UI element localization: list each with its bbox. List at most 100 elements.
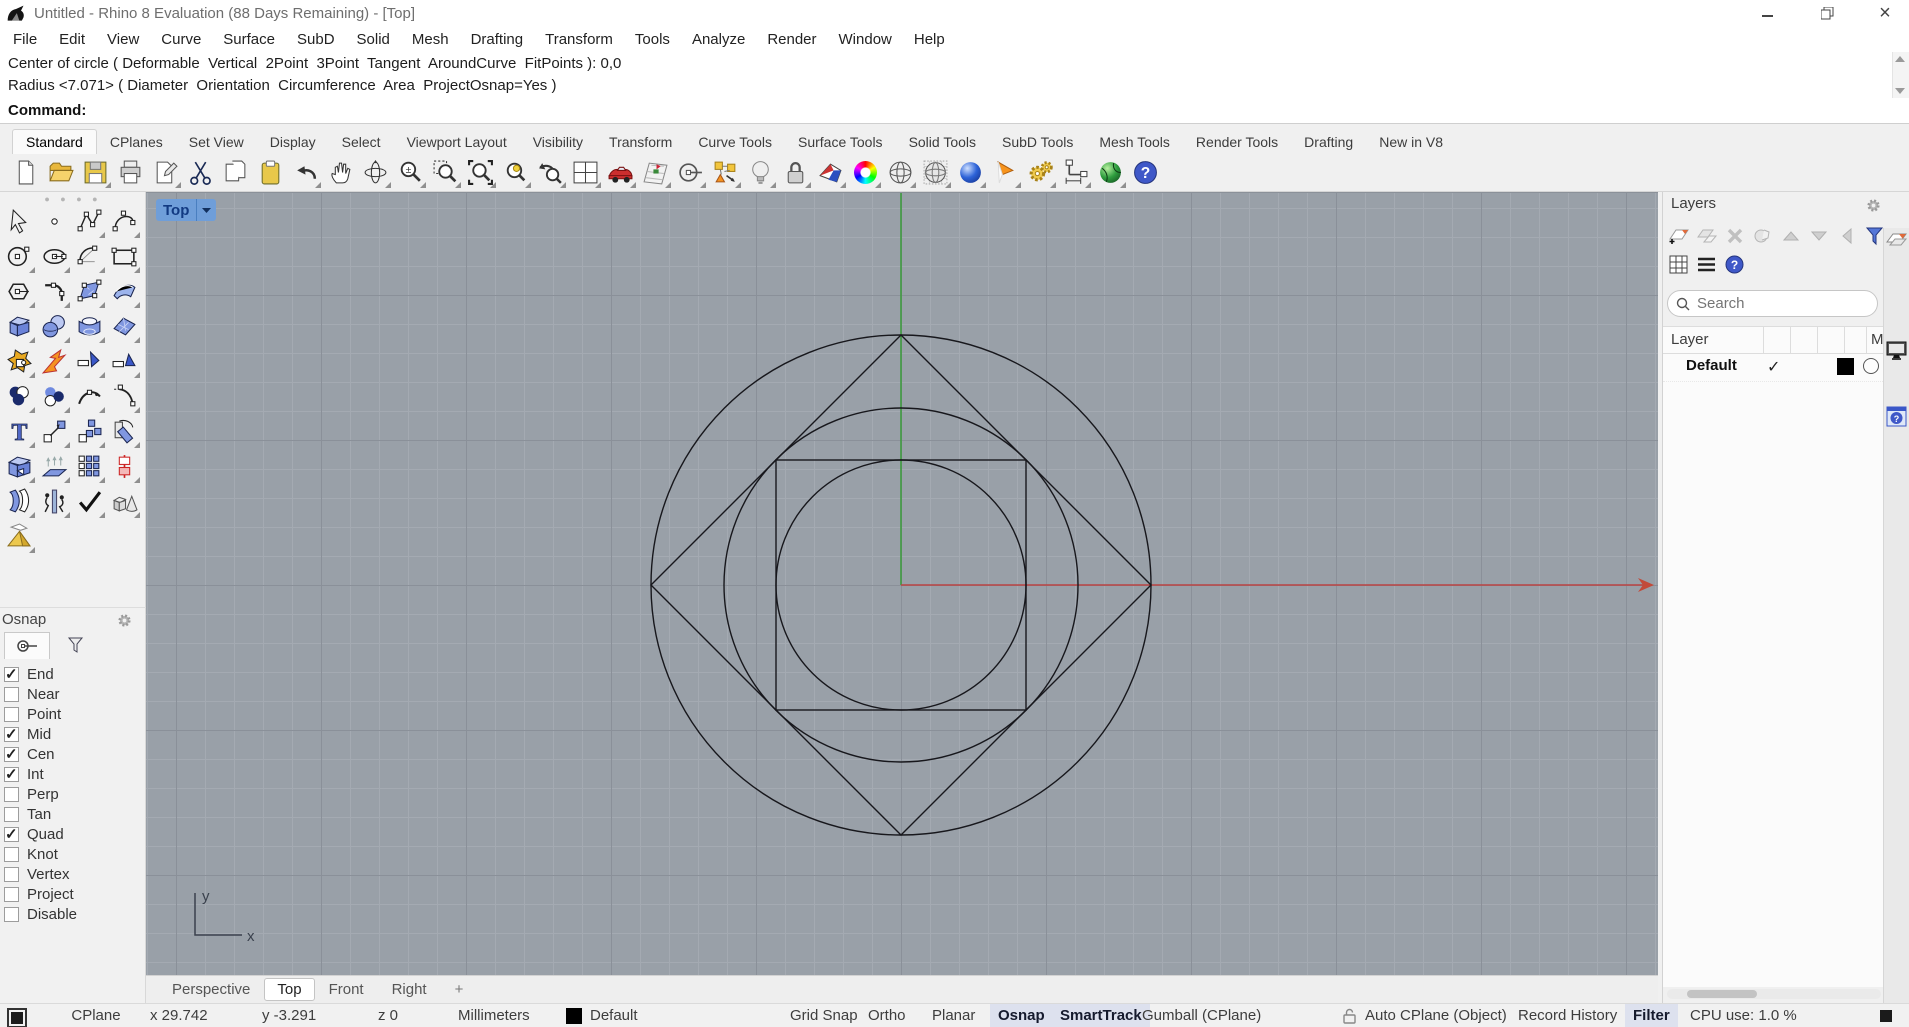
viewport-tab-front[interactable]: Front	[315, 979, 378, 1000]
extrude-tool-icon[interactable]	[37, 449, 72, 484]
explode-tool-icon[interactable]	[2, 344, 37, 379]
smarttrack-toggle[interactable]: SmartTrack	[1052, 1004, 1150, 1027]
zoom-extents-icon[interactable]	[463, 156, 498, 189]
extend-curve-tool-icon[interactable]	[107, 379, 142, 414]
zoom-selected-icon[interactable]	[498, 156, 533, 189]
menu-mesh[interactable]: Mesh	[401, 27, 460, 52]
new-layer-icon[interactable]	[1667, 224, 1690, 248]
menu-render[interactable]: Render	[756, 27, 827, 52]
osnap-settings-icon[interactable]	[708, 156, 743, 189]
viewport-tab-perspective[interactable]: Perspective	[158, 979, 264, 1000]
undo-icon[interactable]	[288, 156, 323, 189]
menu-analyze[interactable]: Analyze	[681, 27, 756, 52]
named-view-car-icon[interactable]	[603, 156, 638, 189]
current-layer-swatch[interactable]	[566, 1008, 582, 1024]
minimize-button[interactable]	[1746, 0, 1790, 26]
options-gears-icon[interactable]	[1023, 156, 1058, 189]
select-tool-icon[interactable]	[2, 204, 37, 239]
menu-tools[interactable]: Tools	[624, 27, 681, 52]
check-objects-tool-icon[interactable]	[72, 484, 107, 519]
lock-icon[interactable]	[1342, 1008, 1357, 1024]
ortho-toggle[interactable]: Ortho	[868, 1004, 906, 1027]
osnap-vertex-row[interactable]: Vertex	[0, 865, 146, 885]
menu-window[interactable]: Window	[828, 27, 903, 52]
open-file-icon[interactable]	[43, 156, 78, 189]
auto-cplane-pane[interactable]: Auto CPlane (Object)	[1365, 1004, 1507, 1027]
layer-help-icon[interactable]: ?	[1723, 252, 1746, 276]
trim-tool-icon[interactable]	[72, 344, 107, 379]
osnap-knot-row[interactable]: Knot	[0, 845, 146, 865]
command-history-scrollbar[interactable]	[1892, 52, 1909, 98]
palette-drag-handle[interactable]: ● ● ● ●	[0, 194, 146, 204]
tab-standard[interactable]: Standard	[12, 129, 97, 154]
menu-curve[interactable]: Curve	[150, 27, 212, 52]
gear-icon[interactable]	[117, 613, 132, 628]
osnap-near-row[interactable]: Near	[0, 685, 146, 705]
top-viewport[interactable]: y x Top	[146, 192, 1658, 976]
menu-drafting[interactable]: Drafting	[460, 27, 535, 52]
layer-menu-icon[interactable]	[1695, 252, 1718, 276]
fillet-burst-tool-icon[interactable]	[37, 344, 72, 379]
viewport-title-badge[interactable]: Top	[156, 199, 217, 221]
zoom-icon[interactable]: ±	[393, 156, 428, 189]
layer-material-circle[interactable]	[1863, 358, 1879, 374]
menu-file[interactable]: File	[2, 27, 48, 52]
move-layer-left-icon[interactable]	[1835, 224, 1858, 248]
material-column-header[interactable]: M	[1871, 331, 1884, 348]
new-file-icon[interactable]	[8, 156, 43, 189]
viewport-title[interactable]: Top	[156, 202, 196, 219]
osnap-point-row[interactable]: Point	[0, 705, 146, 725]
osnap-project-row[interactable]: Project	[0, 885, 146, 905]
adjust-curve-tool-icon[interactable]	[72, 379, 107, 414]
duplicate-layer-icon[interactable]	[1751, 224, 1774, 248]
filter-tab[interactable]	[54, 632, 98, 658]
curved-surface-tool-icon[interactable]	[107, 274, 142, 309]
sphere-tool-icon[interactable]	[37, 309, 72, 344]
wireframe-sphere-icon[interactable]	[883, 156, 918, 189]
cylinder-tool-icon[interactable]	[72, 309, 107, 344]
display-panel-tab-icon[interactable]	[1886, 280, 1907, 301]
rotate-view-icon[interactable]	[358, 156, 393, 189]
filter-toggle[interactable]: Filter	[1625, 1004, 1678, 1027]
current-layer-check[interactable]: ✓	[1767, 357, 1780, 377]
rendered-sphere-icon[interactable]	[953, 156, 988, 189]
layer-color-swatch[interactable]	[1837, 358, 1854, 375]
current-layer-pane[interactable]: Default	[590, 1004, 638, 1027]
boolean-union-tool-icon[interactable]	[2, 379, 37, 414]
layers-horizontal-scrollbar[interactable]	[1667, 989, 1881, 999]
move-tool-icon[interactable]	[37, 414, 72, 449]
tab-solid-tools[interactable]: Solid Tools	[896, 130, 989, 154]
gumball-toggle[interactable]: Gumball (CPlane)	[1142, 1004, 1261, 1027]
new-sublayer-icon[interactable]	[1695, 224, 1718, 248]
box-tool-icon[interactable]	[2, 309, 37, 344]
arrow-cone-icon[interactable]	[988, 156, 1023, 189]
rectangle-tool-icon[interactable]	[107, 239, 142, 274]
array-linear-tool-icon[interactable]	[107, 449, 142, 484]
split-tool-icon[interactable]	[107, 344, 142, 379]
copy-objects-tool-icon[interactable]	[72, 414, 107, 449]
tab-drafting[interactable]: Drafting	[1291, 130, 1366, 154]
osnap-disable-row[interactable]: Disable	[0, 905, 146, 925]
layer-name[interactable]: Default	[1686, 357, 1737, 374]
tab-viewport-layout[interactable]: Viewport Layout	[394, 130, 520, 154]
scroll-up-icon[interactable]	[1895, 56, 1905, 62]
paste-icon[interactable]	[253, 156, 288, 189]
primitives-tool-icon[interactable]	[107, 484, 142, 519]
point-tool-icon[interactable]	[37, 204, 72, 239]
tab-curve-tools[interactable]: Curve Tools	[685, 130, 785, 154]
pyramid-tool-icon[interactable]	[2, 519, 37, 554]
units-pane[interactable]: Millimeters	[458, 1004, 578, 1027]
tab-transform[interactable]: Transform	[596, 130, 685, 154]
help-icon[interactable]: ?	[1128, 156, 1163, 189]
scroll-down-icon[interactable]	[1895, 88, 1905, 94]
planar-toggle[interactable]: Planar	[932, 1004, 975, 1027]
menu-subd[interactable]: SubD	[286, 27, 346, 52]
grid-snap-toggle[interactable]: Grid Snap	[790, 1004, 858, 1027]
cplane-pane[interactable]: CPlane	[46, 1004, 146, 1027]
menu-surface[interactable]: Surface	[212, 27, 286, 52]
layer-row-default[interactable]: Default ✓	[1663, 354, 1885, 382]
text-tool-icon[interactable]: T	[2, 414, 37, 449]
delete-layer-icon[interactable]	[1723, 224, 1746, 248]
status-swatch-icon[interactable]	[1878, 1008, 1894, 1024]
tab-visibility[interactable]: Visibility	[520, 130, 596, 154]
